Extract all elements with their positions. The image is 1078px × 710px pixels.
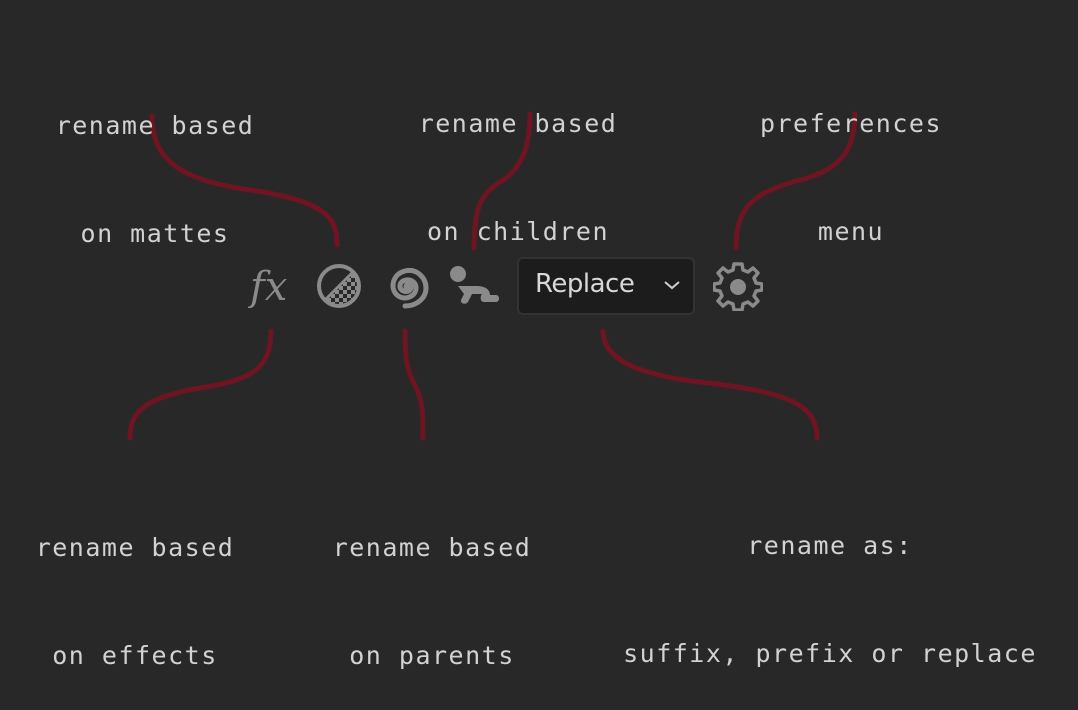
- label-line: rename based: [332, 533, 532, 562]
- label-line: suffix, prefix or replace: [623, 639, 1037, 668]
- label-line: rename based: [418, 109, 618, 138]
- fx-icon[interactable]: fx: [248, 262, 298, 308]
- label-mattes: rename based on mattes: [40, 36, 270, 288]
- chevron-down-icon: [664, 281, 680, 290]
- label-line: rename based: [35, 533, 235, 562]
- label-line: rename as:: [747, 531, 913, 560]
- label-line: on mattes: [80, 219, 230, 248]
- label-parents: rename based on parents: [317, 458, 547, 710]
- dropdown-value: Replace: [535, 269, 635, 299]
- connector-effects: [127, 328, 274, 441]
- svg-text:fx: fx: [248, 264, 287, 308]
- label-line: menu: [817, 217, 885, 246]
- label-rename-as: rename as: suffix, prefix or replace: [600, 456, 1060, 708]
- label-line: rename based: [55, 111, 255, 140]
- label-children: rename based on children: [403, 34, 633, 286]
- label-line: preferences: [759, 109, 943, 138]
- connector-rename-as: [600, 328, 820, 441]
- label-line: on children: [426, 217, 610, 246]
- gear-icon[interactable]: [713, 261, 763, 311]
- label-line: on parents: [349, 641, 515, 670]
- label-effects: rename based on effects: [20, 458, 250, 710]
- connector-parents: [402, 328, 426, 441]
- matte-icon[interactable]: [315, 262, 363, 310]
- rename-mode-dropdown[interactable]: Replace: [517, 257, 695, 315]
- child-icon[interactable]: [446, 264, 502, 306]
- label-preferences: preferences menu: [736, 34, 966, 286]
- label-line: on effects: [52, 641, 218, 670]
- spiral-icon[interactable]: [381, 262, 431, 310]
